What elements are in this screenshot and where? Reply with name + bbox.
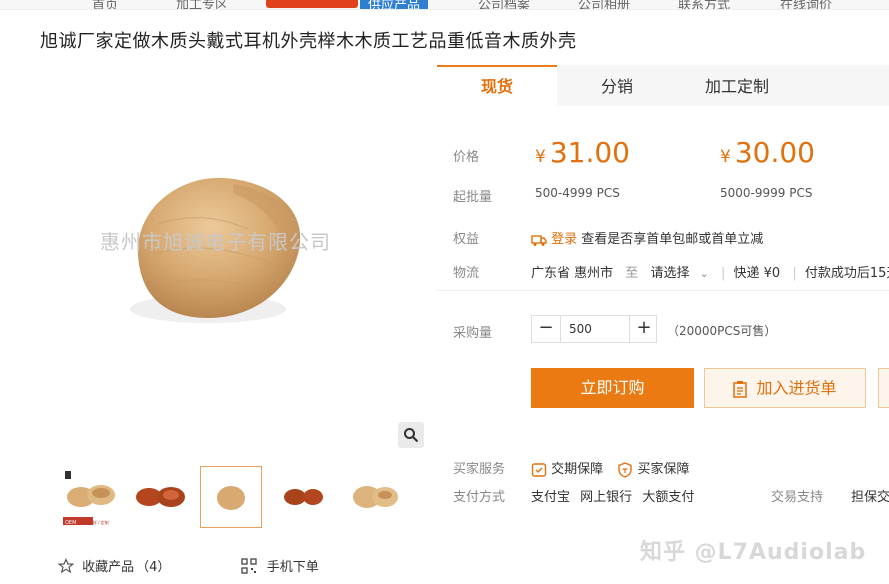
trade-support-value: 担保交易 bbox=[851, 490, 889, 505]
add-to-cart-button[interactable]: 加入进货单 bbox=[704, 368, 866, 408]
currency-symbol: ¥ bbox=[535, 147, 546, 167]
thumbnail-2[interactable] bbox=[128, 466, 190, 528]
login-link[interactable]: 登录 bbox=[551, 232, 577, 247]
to-word: 至 bbox=[625, 266, 639, 281]
nav-item-products[interactable]: 供应产品 bbox=[360, 0, 429, 9]
zoom-button[interactable] bbox=[398, 422, 424, 448]
thumbnail-image bbox=[217, 486, 245, 510]
benefits-row: 登录 查看是否享首单包邮或首单立减 bbox=[531, 228, 763, 247]
price-label: 价格 bbox=[453, 150, 480, 165]
price-panel: 价格 起批量 ¥31.00 ¥30.00 500-4999 PCS 5000-9… bbox=[437, 106, 889, 210]
nav-item-album[interactable]: 公司相册 bbox=[578, 0, 630, 9]
price-value: 31.00 bbox=[549, 136, 630, 169]
nav-item-company[interactable]: 公司档案 bbox=[478, 0, 530, 9]
nav-item-contact[interactable]: 联系方式 bbox=[678, 0, 730, 9]
thumbnail-4[interactable] bbox=[272, 466, 334, 528]
payment-large-amount: 大额支付 bbox=[642, 490, 695, 505]
thumbnail-5[interactable] bbox=[344, 466, 406, 528]
thumbnail-3-selected[interactable] bbox=[200, 466, 262, 528]
company-watermark: 惠州市旭诚电子有限公司 bbox=[100, 230, 331, 254]
wood-earcup-image bbox=[130, 177, 301, 323]
currency-symbol: ¥ bbox=[720, 147, 731, 167]
nav-promo-badge[interactable] bbox=[266, 0, 358, 8]
price-tier-2: ¥30.00 bbox=[720, 136, 815, 169]
destination-select-label: 请选择 bbox=[650, 266, 690, 281]
decrease-button[interactable]: − bbox=[532, 316, 560, 342]
qr-code-icon bbox=[240, 557, 257, 574]
payment-online-banking: 网上银行 bbox=[580, 490, 633, 505]
ship-from: 广东省 惠州市 bbox=[531, 266, 614, 281]
payment-alipay: 支付宝 bbox=[531, 490, 571, 505]
thumbnail-strip: OEM 来图 / 来样 / 定制 bbox=[56, 466, 446, 528]
tab-custom-processing[interactable]: 加工定制 bbox=[677, 65, 797, 106]
bottom-actions: 收藏产品 （4） 手机下单 bbox=[57, 556, 319, 575]
nav-item-home[interactable]: 首页 bbox=[92, 0, 118, 9]
nav-item-inquiry[interactable]: 在线询价 bbox=[780, 0, 832, 9]
favorite-label: 收藏产品 bbox=[82, 560, 135, 575]
add-to-cart-label: 加入进货单 bbox=[756, 378, 837, 398]
truck-icon bbox=[531, 234, 547, 246]
separator: | bbox=[720, 266, 726, 281]
destination-select[interactable]: 请选择 ⌄ bbox=[650, 266, 708, 281]
oem-badge-text: OEM bbox=[65, 520, 76, 526]
service-delivery-guarantee[interactable]: 交期保障 bbox=[551, 462, 603, 477]
nav-item-processing[interactable]: 加工专区 bbox=[176, 0, 228, 9]
stock-available: （20000PCS可售） bbox=[667, 324, 777, 338]
separator: | bbox=[792, 266, 797, 281]
payment-methods: 支付宝 网上银行 大额支付 bbox=[531, 486, 694, 505]
payment-label: 支付方式 bbox=[453, 490, 506, 505]
chevron-down-icon: ⌄ bbox=[699, 267, 709, 280]
price-tier-1: ¥31.00 bbox=[535, 136, 630, 169]
moq-label: 起批量 bbox=[453, 190, 493, 205]
trade-support-label: 交易支持 bbox=[771, 490, 824, 505]
mobile-order-button[interactable]: 手机下单 bbox=[240, 556, 319, 575]
thumbnail-image: OEM 来图 / 来样 / 定制 bbox=[63, 471, 115, 526]
favorite-button[interactable]: 收藏产品 （4） bbox=[57, 556, 171, 575]
top-navigation: 首页 加工专区 供应产品 公司档案 公司相册 联系方式 在线询价 bbox=[0, 0, 889, 10]
zhihu-watermark: 知乎 @L7Audiolab bbox=[640, 540, 867, 565]
thumbnail-caption: 来图 / 来样 / 定制 bbox=[77, 519, 109, 525]
thumbnail-1[interactable]: OEM 来图 / 来样 / 定制 bbox=[60, 466, 122, 528]
purchase-mode-tabs: 现货 分销 加工定制 bbox=[437, 65, 889, 106]
favorite-count: （4） bbox=[136, 560, 171, 575]
thumbnail-image bbox=[284, 489, 323, 505]
tab-distribution[interactable]: 分销 bbox=[557, 65, 677, 106]
star-icon bbox=[57, 557, 75, 573]
moq-tier-1: 500-4999 PCS bbox=[535, 186, 620, 200]
logistics-row: 广东省 惠州市 至 请选择 ⌄ | 快递 ¥0 | 付款成功后15天内 bbox=[531, 262, 889, 281]
moq-tier-2: 5000-9999 PCS bbox=[720, 186, 813, 200]
services-label: 买家服务 bbox=[453, 462, 506, 477]
thumbnail-image bbox=[353, 486, 398, 508]
services-row: 交期保障 买家保障 bbox=[531, 458, 689, 478]
quantity-label: 采购量 bbox=[453, 326, 493, 341]
quantity-input[interactable]: 500 bbox=[560, 316, 630, 342]
more-actions-button[interactable] bbox=[878, 368, 889, 408]
quantity-stepper: − 500 + bbox=[531, 315, 657, 343]
benefits-label: 权益 bbox=[453, 232, 480, 247]
benefits-text: 查看是否享首单包邮或首单立减 bbox=[581, 232, 764, 247]
magnifier-icon bbox=[404, 428, 419, 443]
order-now-button[interactable]: 立即订购 bbox=[531, 368, 694, 408]
tab-spot[interactable]: 现货 bbox=[437, 65, 557, 106]
delivery-guarantee-icon bbox=[531, 462, 547, 477]
buyer-protection-icon bbox=[618, 461, 632, 478]
logistics-label: 物流 bbox=[453, 266, 480, 281]
service-buyer-protection[interactable]: 买家保障 bbox=[637, 462, 689, 477]
mobile-order-label: 手机下单 bbox=[266, 560, 319, 575]
clipboard-icon bbox=[733, 380, 748, 398]
increase-button[interactable]: + bbox=[630, 316, 658, 342]
main-product-image[interactable] bbox=[58, 104, 422, 446]
price-value: 30.00 bbox=[734, 136, 815, 169]
delivery-note: 付款成功后15天内 bbox=[804, 266, 889, 281]
thumbnail-image bbox=[136, 487, 185, 507]
express-fee: 快递 ¥0 bbox=[733, 266, 781, 281]
section-divider bbox=[437, 290, 889, 291]
product-title: 旭诚厂家定做木质头戴式耳机外壳榉木木质工艺品重低音木质外壳 bbox=[40, 31, 577, 52]
